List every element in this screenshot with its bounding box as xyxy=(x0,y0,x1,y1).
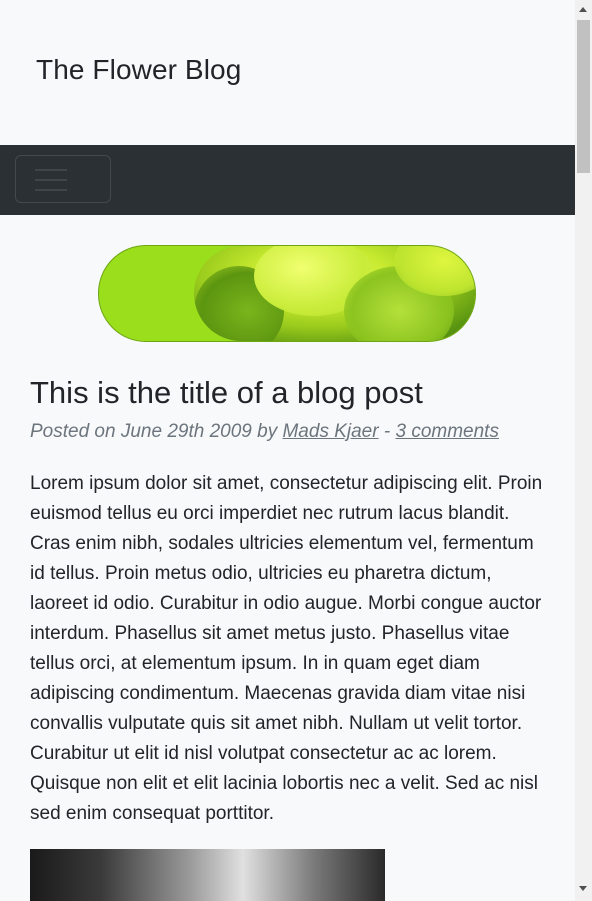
site-header: The Flower Blog xyxy=(0,0,575,145)
page: The Flower Blog This is the title of a b… xyxy=(0,0,575,901)
banner-section xyxy=(0,215,575,375)
post-image xyxy=(30,849,385,901)
post-meta-separator: - xyxy=(378,421,396,442)
comments-link[interactable]: 3 comments xyxy=(395,421,498,442)
scrollbar-thumb[interactable] xyxy=(577,20,590,173)
post-body: Lorem ipsum dolor sit amet, consectetur … xyxy=(30,473,543,824)
author-link[interactable]: Mads Kjaer xyxy=(282,421,378,442)
post-meta: Posted on June 29th 2009 by Mads Kjaer -… xyxy=(30,419,545,445)
scroll-down-arrow-icon[interactable] xyxy=(579,886,587,891)
post-title: This is the title of a blog post xyxy=(30,375,423,410)
scroll-up-arrow-icon[interactable] xyxy=(579,7,587,12)
flower-banner-image xyxy=(194,246,475,341)
main-content: This is the title of a blog post Posted … xyxy=(0,375,575,901)
vertical-scrollbar[interactable] xyxy=(575,0,592,901)
flower-banner xyxy=(98,245,476,342)
post-meta-prefix: Posted on June 29th 2009 by xyxy=(30,421,283,442)
site-title[interactable]: The Flower Blog xyxy=(36,50,241,90)
navbar xyxy=(0,145,575,215)
navbar-toggler-button[interactable] xyxy=(15,155,111,203)
browser-viewport: The Flower Blog This is the title of a b… xyxy=(0,0,592,901)
blog-post: This is the title of a blog post Posted … xyxy=(30,375,545,901)
